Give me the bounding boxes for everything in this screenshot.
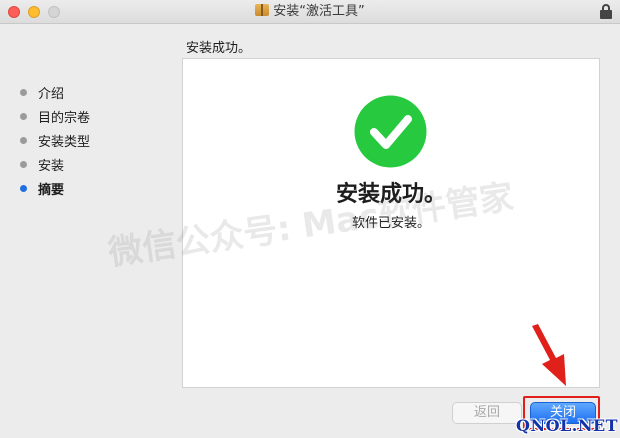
lock-icon[interactable] — [600, 4, 612, 19]
window-title: 安装“激活工具” — [273, 4, 365, 19]
sidebar-item-label: 介绍 — [38, 86, 65, 102]
step-dot-active-icon — [20, 184, 27, 192]
installer-window: 安装“激活工具” 安装成功。 介绍 目的宗卷 安装类型 安装 摘要 安装成功。 … — [0, 0, 620, 438]
sidebar-item-install-type: 安装类型 — [20, 128, 90, 152]
sidebar-item-summary: 摘要 — [20, 176, 90, 200]
brand-watermark: QNOL.NET — [516, 416, 619, 435]
back-button[interactable]: 返回 — [452, 402, 522, 424]
sidebar-item-label: 目的宗卷 — [38, 110, 91, 126]
checkmark-icon — [354, 95, 427, 168]
step-dot-icon — [20, 136, 27, 144]
sidebar-item-destination: 目的宗卷 — [20, 104, 90, 128]
success-title: 安装成功。 — [335, 182, 446, 207]
sidebar-item-label: 摘要 — [38, 182, 65, 198]
window-title-group: 安装“激活工具” — [0, 3, 620, 21]
title-bar: 安装“激活工具” — [0, 0, 620, 24]
sidebar-item-installation: 安装 — [20, 152, 90, 176]
sidebar-steps: 介绍 目的宗卷 安装类型 安装 摘要 — [20, 80, 90, 200]
step-dot-icon — [20, 88, 27, 96]
sidebar-item-label: 安装类型 — [38, 134, 91, 150]
page-heading: 安装成功。 — [186, 41, 252, 56]
annotation-arrow-icon — [532, 324, 566, 386]
step-dot-icon — [20, 160, 27, 168]
sidebar-item-label: 安装 — [38, 158, 65, 174]
step-dot-icon — [20, 112, 27, 120]
success-message: 软件已安装。 — [351, 216, 430, 231]
package-icon — [255, 4, 270, 16]
sidebar-item-introduction: 介绍 — [20, 80, 90, 104]
